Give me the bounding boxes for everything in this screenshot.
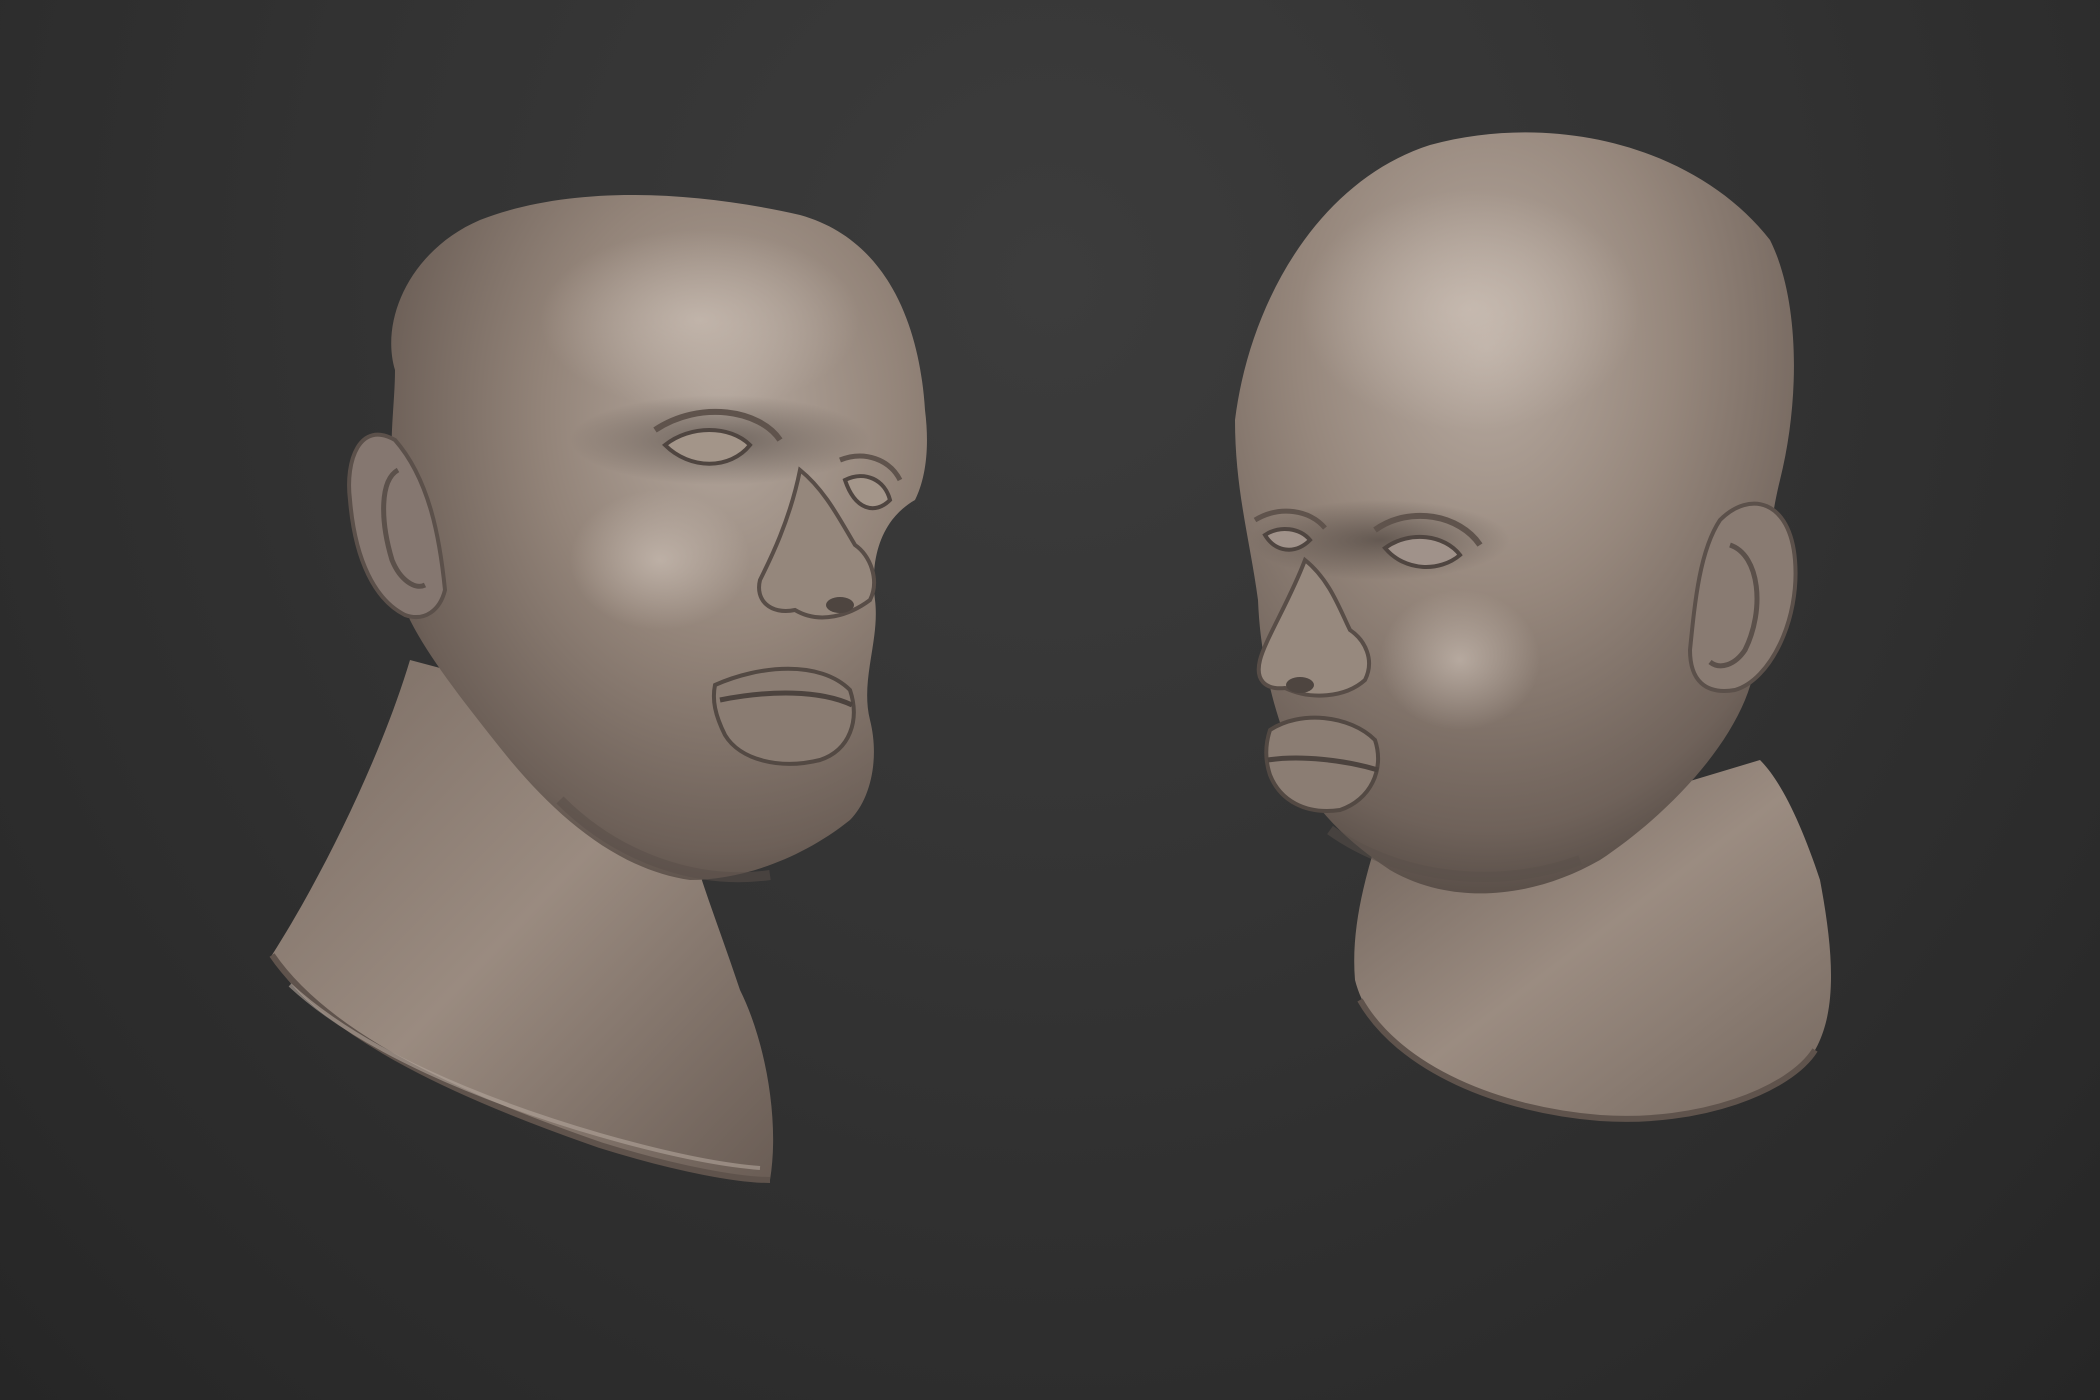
head-left-cheek-highlight: [570, 490, 750, 630]
head-right-cheek-highlight: [1380, 590, 1540, 730]
sculpt-viewport[interactable]: [0, 0, 2100, 1400]
head-left-nostril: [826, 597, 854, 613]
head-right-crown-highlight: [1300, 190, 1640, 430]
sculpted-head-right[interactable]: [1235, 132, 1832, 1122]
head-right-nostril: [1286, 677, 1314, 693]
viewport-canvas[interactable]: [0, 0, 2100, 1400]
sculpted-head-left[interactable]: [269, 195, 927, 1183]
head-left-forehead-highlight: [540, 230, 860, 410]
